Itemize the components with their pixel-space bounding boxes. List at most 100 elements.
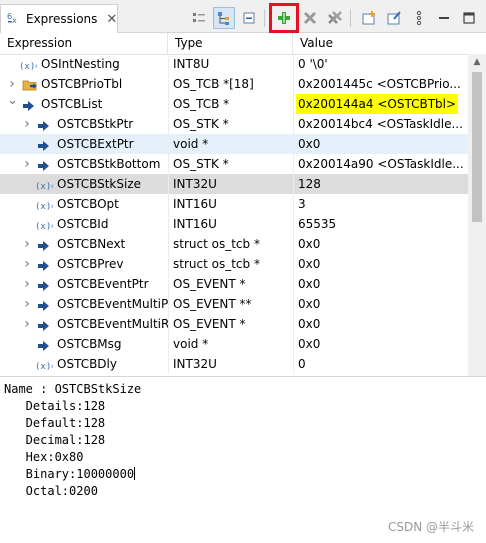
pointer-arrow-icon (37, 258, 51, 271)
add-watch-expression-icon[interactable] (269, 3, 299, 33)
table-row[interactable]: (x)= OSIntNesting INT8U 0 '\0' (0, 54, 468, 74)
expand-chevron-right-icon[interactable]: › (22, 234, 32, 254)
expand-chevron-right-icon[interactable]: › (22, 314, 32, 334)
type-cell: OS_EVENT * (173, 317, 246, 331)
table-header: Expression Type Value (0, 33, 486, 55)
expression-name: OSTCBStkPtr (57, 117, 134, 131)
vertical-scrollbar[interactable]: ▲ (468, 54, 486, 376)
details-pane[interactable]: Name : OSTCBStkSize Details:128 Default:… (0, 376, 486, 543)
value-cell[interactable]: 0 '\0' (293, 54, 468, 74)
expand-chevron-right-icon[interactable]: › (7, 74, 17, 94)
pointer-arrow-icon (37, 118, 51, 131)
value-text: 0 (298, 357, 306, 371)
expression-name: OSTCBPrioTbl (41, 77, 123, 91)
expressions-view-icon: 6x (7, 11, 21, 28)
expression-cell: (x)= OSTCBId (0, 214, 168, 234)
svg-text:(x)=: (x)= (19, 62, 37, 71)
value-cell[interactable]: 128 (293, 174, 468, 194)
type-cell: INT16U (173, 217, 217, 231)
value-text: 0x0 (298, 317, 321, 331)
table-row[interactable]: OSTCBExtPtr void * 0x0 (0, 134, 468, 154)
column-header-type[interactable]: Type (168, 33, 293, 55)
create-watch-expression-icon[interactable] (358, 7, 380, 29)
table-row[interactable]: › OSTCBStkPtr OS_STK * 0x20014bc4 <OSTaskId… (0, 114, 468, 134)
expand-chevron-right-icon[interactable]: › (22, 274, 32, 294)
expression-cell: OSTCBExtPtr (0, 134, 168, 154)
value-cell[interactable]: 0x200144a4 <OSTCBTbl> (293, 94, 468, 114)
value-cell[interactable]: 0x0 (293, 134, 468, 154)
show-type-names-icon[interactable] (188, 7, 210, 29)
column-header-expression[interactable]: Expression (0, 33, 168, 55)
svg-text:(x)=: (x)= (35, 362, 53, 371)
table-row[interactable]: › OSTCBEventMultiRe OS_EVENT * 0x0 (0, 314, 468, 334)
svg-text:(x)=: (x)= (35, 182, 53, 191)
value-text: 0 '\0' (298, 57, 328, 71)
expression-name: OSTCBId (57, 217, 109, 231)
value-cell[interactable]: 0x0 (293, 234, 468, 254)
table-row[interactable]: (x)= OSTCBOpt INT16U 3 (0, 194, 468, 214)
view-menu-icon[interactable] (408, 7, 430, 29)
remove-all-expressions-icon[interactable] (324, 7, 346, 29)
view-tab-bar: 6x Expressions ✕ (0, 0, 486, 33)
scroll-up-arrow-icon[interactable]: ▲ (468, 54, 486, 71)
tab-expressions[interactable]: 6x Expressions ✕ (0, 4, 118, 33)
expression-name: OSTCBEventMultiRe (57, 317, 168, 331)
scrollbar-thumb[interactable] (472, 72, 482, 222)
expand-chevron-right-icon[interactable]: › (22, 254, 32, 274)
table-row[interactable]: › OSTCBStkBottom OS_STK * 0x20014a90 <OSTas… (0, 154, 468, 174)
expression-name: OSTCBEventPtr (57, 277, 149, 291)
table-row[interactable]: › OSTCBEventMultiPt OS_EVENT ** 0x0 (0, 294, 468, 314)
expression-name: OSTCBStkSize (57, 177, 141, 191)
value-text: 0x0 (298, 257, 321, 271)
value-cell[interactable]: 0x20014a90 <OSTaskIdle... (293, 154, 468, 174)
text-caret (134, 467, 136, 480)
expression-name: OSTCBDly (57, 357, 117, 371)
value-cell[interactable]: 0x2001445c <OSTCBPrio... (293, 74, 468, 94)
expression-cell: › OSTCBStkPtr (0, 114, 168, 134)
expression-cell: (x)= OSIntNesting (0, 54, 168, 74)
table-row[interactable]: (x)= OSTCBDly INT32U 0 (0, 354, 468, 374)
value-cell[interactable]: 0x20014bc4 <OSTaskIdle... (293, 114, 468, 134)
expand-chevron-right-icon[interactable]: › (22, 114, 32, 134)
toolbar-separator (264, 9, 265, 27)
value-cell[interactable]: 0x0 (293, 274, 468, 294)
table-row[interactable]: (x)= OSTCBId INT16U 65535 (0, 214, 468, 234)
value-text: 0x0 (298, 237, 321, 251)
type-cell: OS_EVENT * (173, 277, 246, 291)
value-cell[interactable]: 3 (293, 194, 468, 214)
pointer-arrow-icon (37, 158, 51, 171)
expand-chevron-down-icon[interactable]: ⌄ (7, 94, 18, 114)
value-text: 0x20014bc4 <OSTaskIdle... (298, 117, 463, 131)
table-row[interactable]: OSTCBMsg void * 0x0 (0, 334, 468, 354)
table-row[interactable]: ⌄ OSTCBList OS_TCB * 0x200144a4 <OSTCBTbl> (0, 94, 468, 114)
remove-expression-icon[interactable] (299, 7, 321, 29)
value-cell[interactable]: 0x0 (293, 334, 468, 354)
table-row[interactable]: (x)= OSTCBStkSize INT32U 128 (0, 174, 468, 194)
table-row[interactable]: › OSTCBPrioTbl OS_TCB *[18] 0x2001445c <OST… (0, 74, 468, 94)
value-cell[interactable]: 0 (293, 354, 468, 374)
expand-chevron-right-icon[interactable]: › (22, 294, 32, 314)
column-divider (168, 54, 169, 374)
maximize-icon[interactable] (458, 7, 480, 29)
close-tab-icon[interactable]: ✕ (106, 12, 117, 27)
collapse-all-icon[interactable] (238, 7, 260, 29)
table-row[interactable]: › OSTCBEventPtr OS_EVENT * 0x0 (0, 274, 468, 294)
expression-name: OSIntNesting (41, 57, 120, 71)
minimize-icon[interactable] (433, 7, 455, 29)
detail-decimal: Decimal:128 (4, 433, 106, 447)
value-cell[interactable]: 0x0 (293, 294, 468, 314)
value-cell[interactable]: 0x0 (293, 254, 468, 274)
column-header-value[interactable]: Value (293, 33, 468, 55)
edit-watch-expression-icon[interactable] (383, 7, 405, 29)
expand-chevron-right-icon[interactable]: › (22, 154, 32, 174)
table-row[interactable]: › OSTCBPrev struct os_tcb * 0x0 (0, 254, 468, 274)
value-cell[interactable]: 0x0 (293, 314, 468, 334)
value-cell[interactable]: 65535 (293, 214, 468, 234)
table-row[interactable]: › OSTCBNext struct os_tcb * 0x0 (0, 234, 468, 254)
expression-cell: › OSTCBEventMultiPt (0, 294, 168, 314)
variable-icon: (x)= (35, 197, 57, 212)
show-logical-structure-icon[interactable] (213, 7, 235, 29)
type-cell: OS_STK * (173, 157, 229, 171)
pointer-arrow-icon (37, 238, 51, 251)
type-cell: INT32U (173, 357, 217, 371)
